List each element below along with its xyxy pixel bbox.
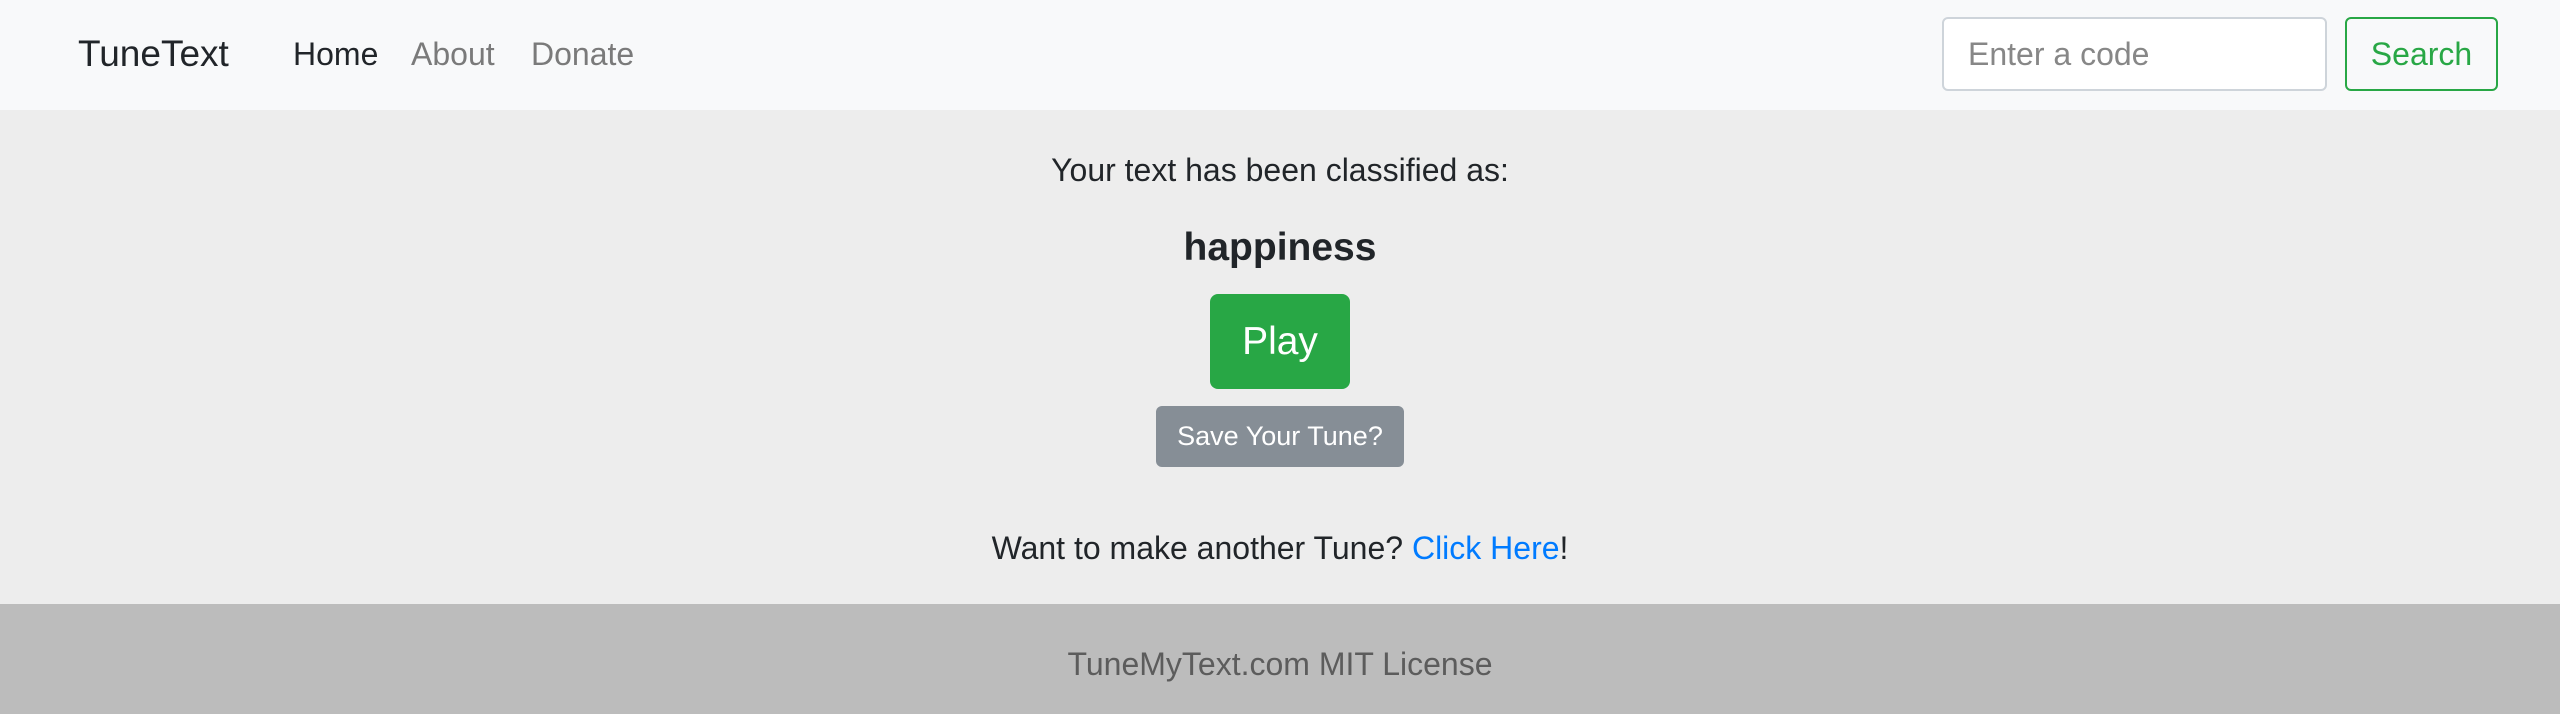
footer-license-text: TuneMyText.com MIT License [1067, 646, 1493, 682]
nav-link-donate[interactable]: Donate [531, 30, 634, 78]
nav-link-about[interactable]: About [411, 30, 495, 78]
main-content: Your text has been classified as: happin… [0, 110, 2560, 604]
code-search-input[interactable] [1942, 17, 2327, 91]
footer: TuneMyText.com MIT License [0, 604, 2560, 714]
another-tune-suffix: ! [1559, 530, 1569, 566]
navbar: TuneText Home About Donate Search [0, 0, 2560, 110]
another-tune-line: Want to make another Tune? Click Here! [0, 524, 2560, 572]
nav-link-home[interactable]: Home [293, 30, 378, 78]
classification-intro: Your text has been classified as: [1051, 152, 1509, 188]
play-button[interactable]: Play [1210, 294, 1350, 389]
search-button[interactable]: Search [2345, 17, 2498, 91]
save-tune-button[interactable]: Save Your Tune? [1156, 406, 1404, 467]
brand-logo[interactable]: TuneText [78, 28, 229, 80]
click-here-link[interactable]: Click Here [1412, 530, 1560, 566]
another-tune-prompt: Want to make another Tune? [991, 530, 1404, 566]
classification-result: happiness [1183, 226, 1377, 269]
